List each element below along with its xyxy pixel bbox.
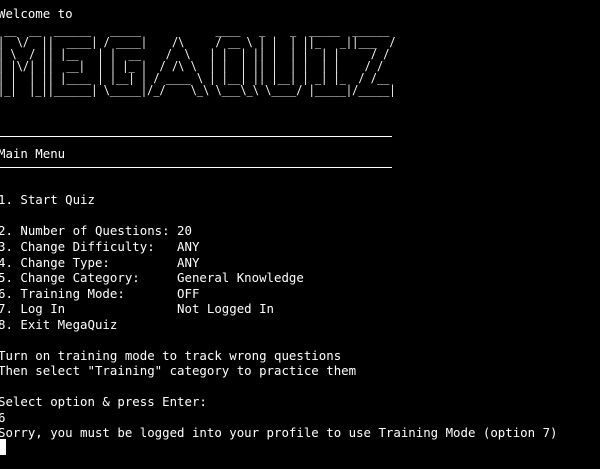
menu-item-change-category: 5. Change Category: General Knowledge (0, 270, 304, 285)
welcome-text: Welcome to (0, 6, 73, 21)
text-cursor[interactable] (0, 439, 6, 455)
terminal-window[interactable]: Welcome to __ __ ______ _____ ____ _ _ _… (0, 0, 600, 469)
menu-item-training-mode: 6. Training Mode: OFF (0, 286, 200, 301)
divider-bottom (0, 167, 392, 168)
input-prompt: Select option & press Enter: (0, 394, 207, 409)
divider-top (0, 136, 392, 137)
banner-line-6: |_| |_||______| \_____|/_/ \_\ \___\_\ \… (0, 83, 396, 97)
menu-item-start-quiz: 1. Start Quiz (0, 192, 95, 207)
menu-item-number-of-questions: 2. Number of Questions: 20 (0, 223, 192, 238)
training-hint-line-2: Then select "Training" category to pract… (0, 363, 357, 378)
menu-title: Main Menu (0, 146, 66, 161)
megaquiz-ascii-logo: __ __ ______ _____ ____ _ _ _____ ______… (0, 24, 396, 96)
error-message: Sorry, you must be logged into your prof… (0, 425, 558, 440)
menu-item-log-in: 7. Log In Not Logged In (0, 301, 275, 316)
menu-item-change-type: 4. Change Type: ANY (0, 255, 200, 270)
menu-item-exit: 8. Exit MegaQuiz (0, 317, 118, 332)
user-input-echo: 6 (0, 410, 6, 425)
training-hint-line-1: Turn on training mode to track wrong que… (0, 348, 342, 363)
menu-item-change-difficulty: 3. Change Difficulty: ANY (0, 239, 200, 254)
